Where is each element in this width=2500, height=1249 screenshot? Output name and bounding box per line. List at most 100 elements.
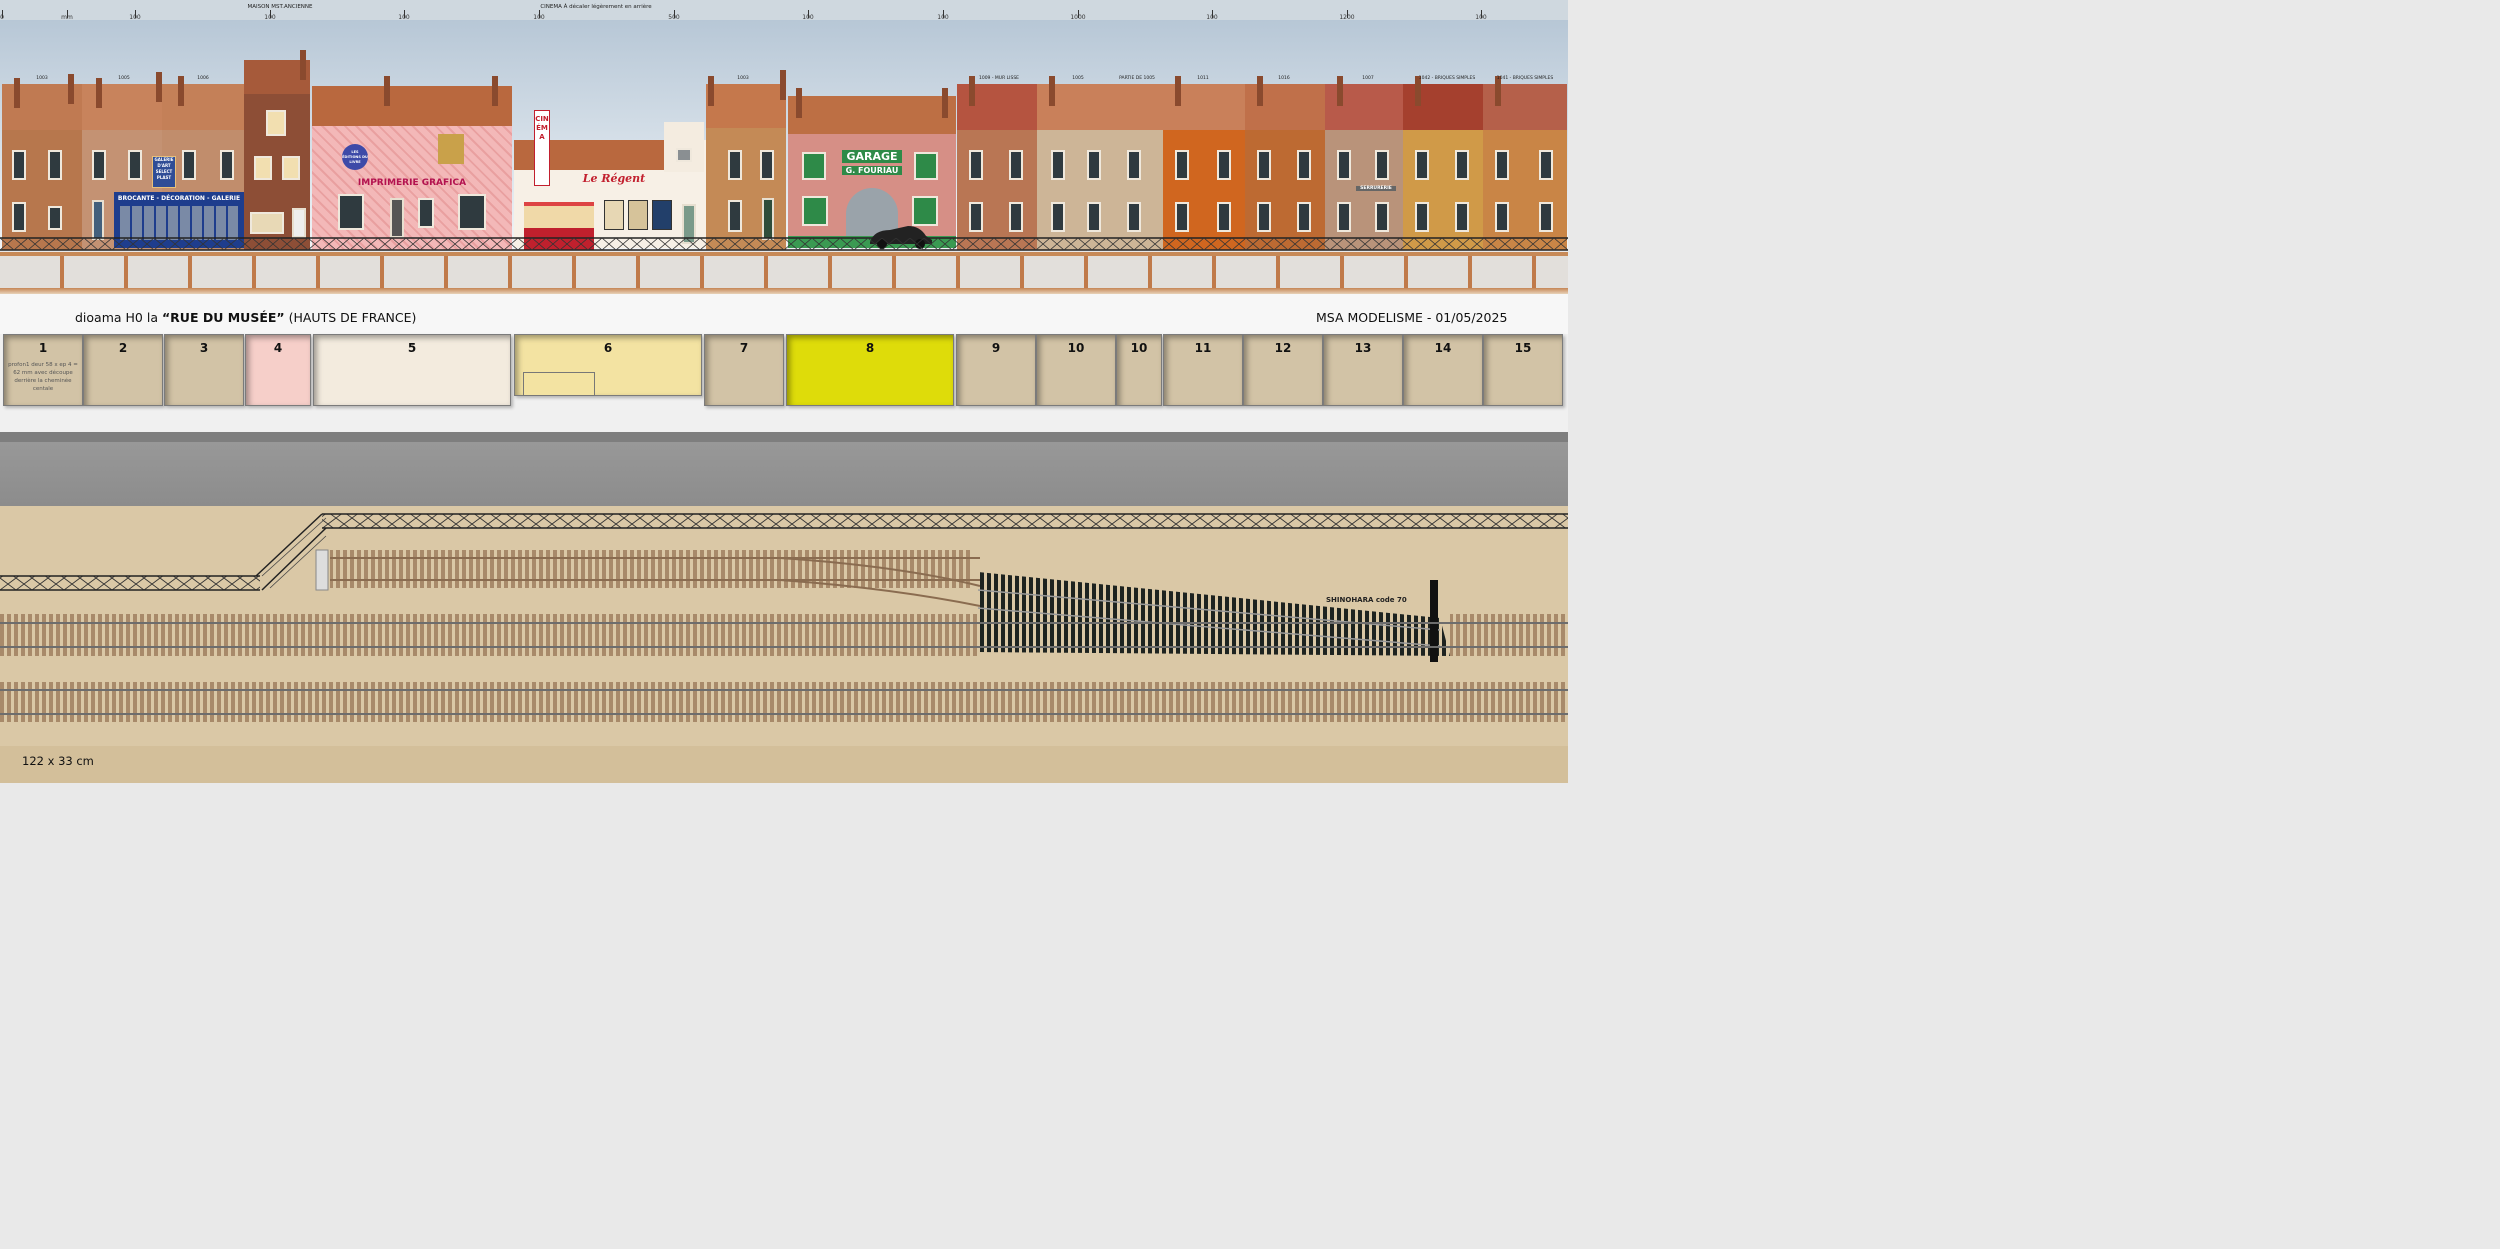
house-code-label: 1003	[36, 76, 48, 81]
window	[969, 150, 983, 180]
paving	[0, 256, 1568, 288]
street-railing	[0, 237, 1568, 251]
window	[1297, 202, 1311, 232]
module-number: 8	[865, 341, 875, 355]
imprimerie-sign: IMPRIMERIE GRAFICA	[357, 178, 467, 188]
chimney	[780, 70, 786, 100]
title-suffix: (HAUTS DE FRANCE)	[284, 310, 417, 325]
window	[220, 150, 234, 180]
window	[48, 206, 62, 230]
road-edge	[0, 432, 1568, 442]
module-box: 10	[1036, 334, 1116, 406]
window	[1375, 202, 1389, 232]
module-box: 8	[786, 334, 954, 406]
window	[12, 202, 26, 232]
turnout-label: SHINOHARA code 70	[1326, 596, 1407, 604]
window	[1495, 150, 1509, 180]
window	[1415, 150, 1429, 180]
door	[292, 208, 306, 238]
window	[338, 194, 364, 230]
chimney	[68, 74, 74, 104]
ruler-note-cinema: CINEMA À décaler légèrement en arrière	[540, 4, 652, 10]
module-box: 4	[245, 334, 311, 406]
window	[48, 150, 62, 180]
window	[1415, 202, 1429, 232]
chimney	[492, 76, 498, 106]
chimney	[969, 76, 975, 106]
window	[1087, 150, 1101, 180]
house-code-label: 1009 - MUR LISSE	[978, 76, 1020, 81]
facade-row-house	[1403, 84, 1483, 250]
chimney	[14, 78, 20, 108]
window	[1087, 202, 1101, 232]
poster	[652, 200, 672, 230]
window	[1375, 150, 1389, 180]
window	[418, 198, 434, 228]
window	[1175, 202, 1189, 232]
chimney	[796, 88, 802, 118]
window	[1495, 202, 1509, 232]
window	[1127, 202, 1141, 232]
module-number: 6	[603, 341, 613, 355]
title-bold: “RUE DU MUSÉE”	[161, 310, 285, 325]
module-box: 7	[704, 334, 784, 406]
module-number: 9	[991, 341, 1001, 355]
ground-edge	[0, 746, 1568, 783]
siding-track	[315, 549, 981, 607]
chimney	[178, 76, 184, 106]
window	[1217, 150, 1231, 180]
module-number: 15	[1514, 341, 1532, 355]
serrurerie-sign: SERRURERIE	[1356, 186, 1396, 191]
module-box: 14	[1403, 334, 1483, 406]
facade-1003	[706, 84, 786, 250]
chimney	[1257, 76, 1263, 106]
window	[128, 150, 142, 180]
window	[282, 156, 300, 180]
window	[1127, 150, 1141, 180]
roof	[706, 84, 786, 128]
chimney	[1175, 76, 1181, 106]
house-code-label: 1005	[1072, 76, 1084, 81]
author-date: MSA MODELISME - 01/05/2025	[1316, 310, 1508, 325]
module-box: 2	[83, 334, 163, 406]
house-code-label: 1041 - BRIQUES SIMPLES	[1496, 76, 1554, 81]
module-number: 1	[38, 341, 48, 355]
window	[1217, 202, 1231, 232]
window	[1455, 150, 1469, 180]
diorama-plan: 0 mm 100 100 100 100 500 100 100 1000 100 1200 100 M…	[0, 0, 1568, 783]
house-code-label: 1006	[197, 76, 209, 81]
module-box: 13	[1323, 334, 1403, 406]
module-note: profon1 deur 58 x ep 4 = 62 mm avec déco…	[8, 362, 78, 392]
window	[458, 194, 486, 230]
chimney	[300, 50, 306, 80]
chimney	[942, 88, 948, 118]
door	[390, 198, 404, 238]
facade-imprimerie: LES ÉDITIONS DU LIVRE IMPRIMERIE GRAFICA	[312, 86, 512, 250]
window	[969, 202, 983, 232]
module-box: 1 profon1 deur 58 x ep 4 = 62 mm avec déc…	[3, 334, 83, 406]
house-code-label: 1016	[1278, 76, 1290, 81]
roof	[1037, 84, 1163, 130]
pattern-wall	[312, 126, 512, 250]
roof	[82, 84, 162, 130]
chimney	[96, 78, 102, 108]
window	[1539, 150, 1553, 180]
track-plan	[0, 513, 1568, 783]
roof	[312, 86, 512, 126]
roof	[788, 96, 956, 134]
garage-owner-sign: G. FOURIAU	[842, 166, 902, 175]
turnout	[977, 572, 1450, 662]
roof	[162, 84, 244, 130]
window	[1009, 202, 1023, 232]
facade-row-house	[1163, 84, 1245, 250]
dimensions-label: 122 x 33 cm	[22, 754, 94, 768]
window	[1297, 150, 1311, 180]
facade-narrow-house	[244, 60, 310, 250]
chimney	[1049, 76, 1055, 106]
module-number: 10	[1067, 341, 1085, 355]
module-number: 2	[118, 341, 128, 355]
road	[0, 432, 1568, 506]
module-box: 3	[164, 334, 244, 406]
door	[762, 198, 774, 240]
window	[802, 152, 826, 180]
